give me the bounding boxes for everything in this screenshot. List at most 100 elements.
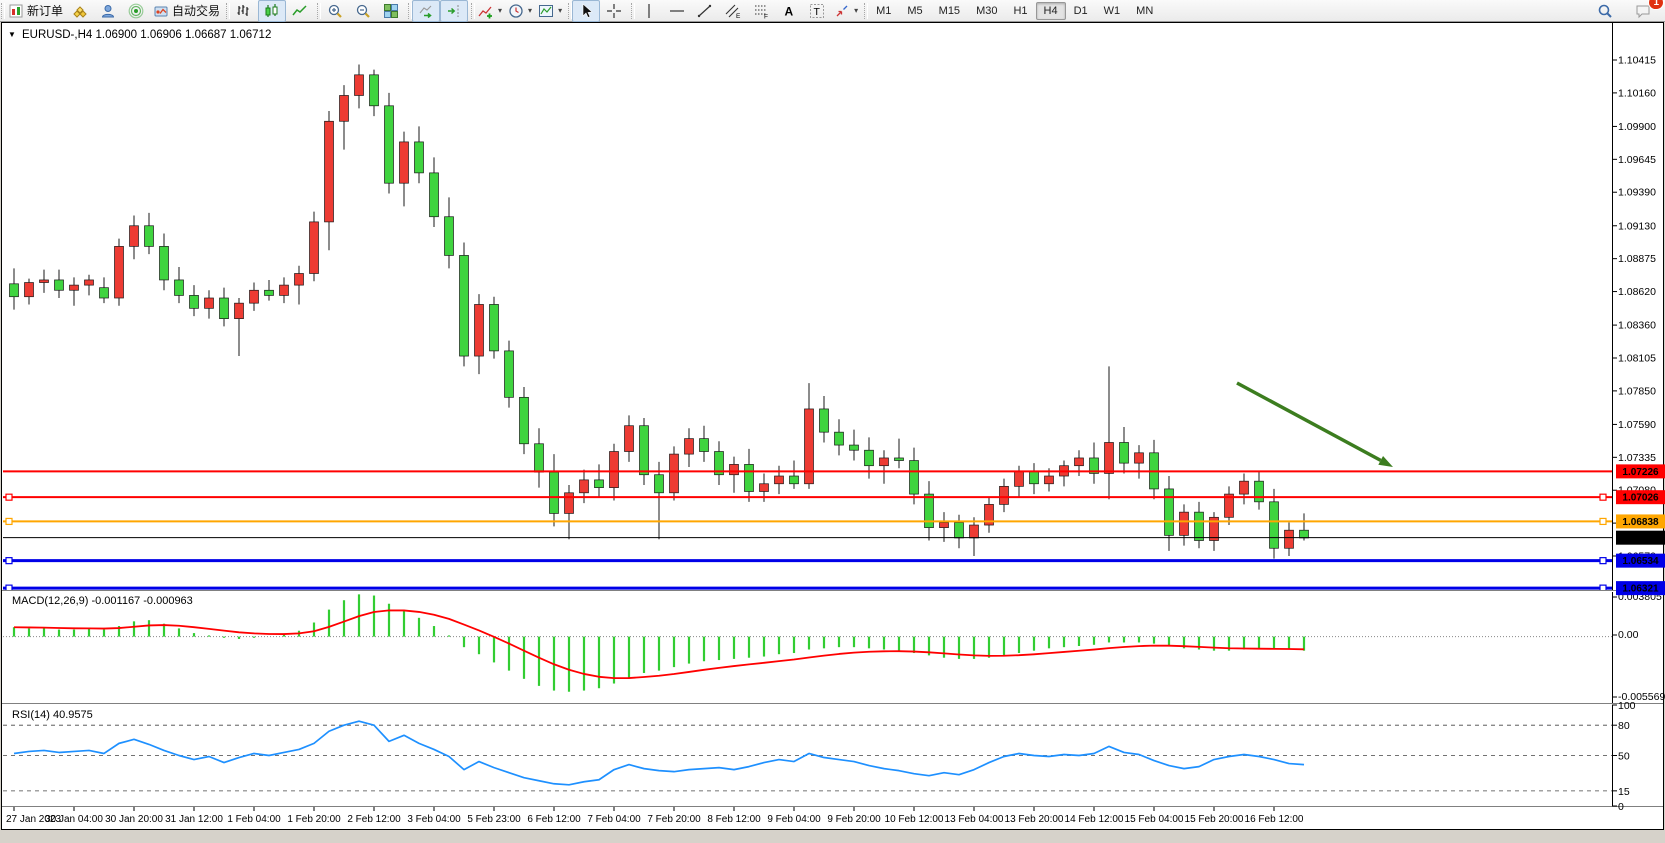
line-handle[interactable] <box>6 558 12 564</box>
timeframe-m1-button[interactable]: M1 <box>868 2 899 20</box>
time-tick-label: 30 Jan 04:00 <box>45 814 103 825</box>
toolbar-templates-button[interactable]: ▾ <box>535 0 565 22</box>
line-handle[interactable] <box>6 494 12 500</box>
toolbar-auto-trading-label: 自动交易 <box>172 2 220 19</box>
time-tick-label: 1 Feb 20:00 <box>287 814 341 825</box>
macd-label: MACD(12,26,9) -0.001167 -0.000963 <box>12 595 193 607</box>
bear-candle <box>1255 481 1264 502</box>
bull-candle <box>25 283 34 297</box>
toolbar-horizontal-line-button[interactable] <box>663 0 691 22</box>
time-tick-label: 6 Feb 12:00 <box>527 814 581 825</box>
line-handle[interactable] <box>1600 558 1606 564</box>
svg-text:1.07026: 1.07026 <box>1622 493 1659 504</box>
toolbar-bar-chart-button[interactable] <box>230 0 258 22</box>
toolbar-fibonacci-button[interactable]: F <box>747 0 775 22</box>
toolbar-navigator-button[interactable] <box>94 0 122 22</box>
toolbar-zoom-out-button[interactable] <box>349 0 377 22</box>
bear-candle <box>145 226 154 247</box>
svg-text:T: T <box>814 6 821 18</box>
svg-text:E: E <box>736 13 741 19</box>
bear-candle <box>640 426 649 475</box>
bear-candle <box>820 409 829 432</box>
toolbar-vertical-line-button[interactable] <box>635 0 663 22</box>
toolbar-text-label-button[interactable]: T <box>803 0 831 22</box>
timeframe-m15-button[interactable]: M15 <box>931 2 968 20</box>
line-handle[interactable] <box>6 518 12 524</box>
horizontal-line-icon <box>669 3 685 19</box>
time-tick-label: 1 Feb 04:00 <box>227 814 281 825</box>
bull-candle <box>1240 481 1249 494</box>
chevron-down-icon[interactable]: ▾ <box>558 6 562 15</box>
toolbar-auto-scroll-button[interactable] <box>412 0 440 22</box>
timeframe-m5-button[interactable]: M5 <box>899 2 930 20</box>
bull-candle <box>1045 476 1054 484</box>
bear-candle <box>595 480 604 488</box>
timeframe-m30-button[interactable]: M30 <box>968 2 1005 20</box>
bear-candle <box>910 461 919 495</box>
time-tick-label: 14 Feb 12:00 <box>1065 814 1124 825</box>
bull-candle <box>760 484 769 492</box>
price-line-label-1.06534: 1.06534 <box>1616 554 1665 568</box>
bear-candle <box>505 351 514 397</box>
bull-candle <box>310 222 319 274</box>
svg-text:1.06321: 1.06321 <box>1622 584 1659 595</box>
toolbar-zoom-in-button[interactable] <box>321 0 349 22</box>
toolbar-periods-button[interactable]: ▾ <box>505 0 535 22</box>
chart-header: ▼EURUSD-,H4 1.06900 1.06906 1.06687 1.06… <box>8 29 271 41</box>
arrows-icon <box>834 3 850 19</box>
bull-candle <box>565 493 574 514</box>
svg-text:1.06712: 1.06712 <box>1622 533 1659 544</box>
line-handle[interactable] <box>1600 494 1606 500</box>
toolbar-new-order-button[interactable]: 新订单 <box>5 0 66 22</box>
bull-candle <box>205 298 214 308</box>
toolbar-crosshair-button[interactable] <box>600 0 628 22</box>
chart-window: 1.104151.101601.099001.096451.093901.091… <box>0 22 1665 838</box>
bear-candle <box>655 475 664 493</box>
bear-candle <box>415 142 424 173</box>
price-tick-label: 1.08360 <box>1618 320 1656 332</box>
bull-candle <box>235 303 244 318</box>
timeframe-h4-button[interactable]: H4 <box>1036 2 1066 20</box>
toolbar-text-button[interactable]: A <box>775 0 803 22</box>
time-tick-label: 16 Feb 12:00 <box>1245 814 1304 825</box>
timeframe-mn-button[interactable]: MN <box>1128 2 1161 20</box>
bear-candle <box>535 444 544 472</box>
toolbar-equidistant-channel-button[interactable]: E <box>719 0 747 22</box>
bear-candle <box>1300 530 1309 538</box>
timeframe-w1-button[interactable]: W1 <box>1096 2 1129 20</box>
bull-candle <box>970 525 979 538</box>
timeframe-h1-button[interactable]: H1 <box>1005 2 1035 20</box>
chevron-down-icon[interactable]: ▾ <box>528 6 532 15</box>
zoom-out-icon <box>355 3 371 19</box>
signals-icon <box>128 3 144 19</box>
toolbar-candle-chart-button[interactable] <box>258 0 286 22</box>
toolbar-market-watch-button[interactable] <box>66 0 94 22</box>
zoom-in-icon <box>327 3 343 19</box>
bull-candle <box>475 304 484 356</box>
chevron-down-icon[interactable]: ▾ <box>854 6 858 15</box>
bear-candle <box>370 75 379 106</box>
toolbar-cursor-button[interactable] <box>572 0 600 22</box>
toolbar-line-chart-button[interactable] <box>286 0 314 22</box>
toolbar-signals-button[interactable] <box>122 0 150 22</box>
toolbar-arrows-button[interactable]: ▾ <box>831 0 861 22</box>
toolbar-tile-windows-button[interactable] <box>377 0 405 22</box>
line-handle[interactable] <box>1600 518 1606 524</box>
search-button[interactable] <box>1591 0 1619 22</box>
toolbar-trend-line-button[interactable] <box>691 0 719 22</box>
text-label-icon: T <box>809 3 825 19</box>
rsi-tick-label: 0 <box>1618 801 1624 813</box>
chevron-down-icon[interactable]: ▾ <box>498 6 502 15</box>
bear-candle <box>745 464 754 491</box>
bear-candle <box>160 246 169 280</box>
toolbar-indicators-button[interactable]: ▾ <box>475 0 505 22</box>
notifications-button[interactable]: 1 <box>1629 0 1657 22</box>
symbol-menu-icon[interactable]: ▼ <box>8 30 16 39</box>
time-tick-label: 8 Feb 12:00 <box>707 814 761 825</box>
price-tick-label: 1.09130 <box>1618 220 1656 232</box>
toolbar-auto-trading-button[interactable]: 自动交易 <box>150 0 223 22</box>
svg-text:1.06838: 1.06838 <box>1622 517 1659 528</box>
toolbar-chart-shift-button[interactable] <box>440 0 468 22</box>
timeframe-d1-button[interactable]: D1 <box>1066 2 1096 20</box>
chart-canvas: 1.104151.101601.099001.096451.093901.091… <box>0 22 1665 838</box>
